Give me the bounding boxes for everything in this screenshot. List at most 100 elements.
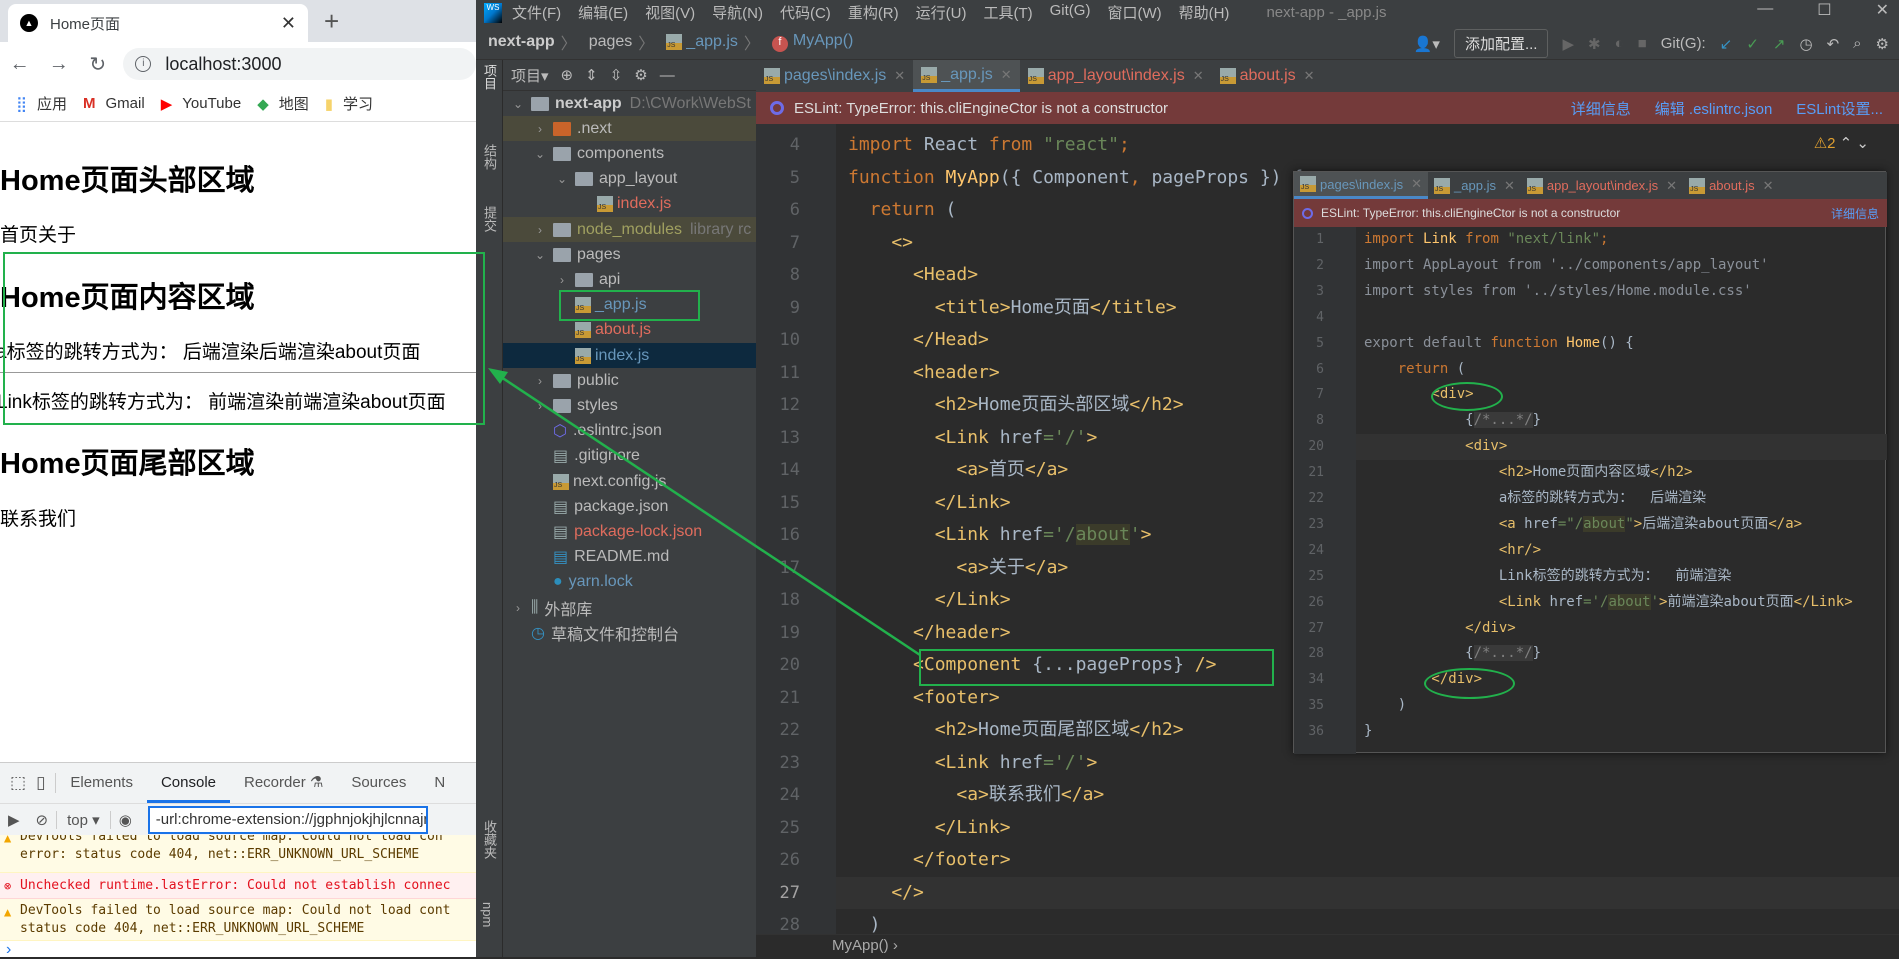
menu-item[interactable]: 重构(R) (848, 2, 899, 23)
user-icon[interactable]: 👤▾ (1414, 35, 1440, 53)
code-line[interactable]: </Link> (848, 584, 1011, 617)
tree-item-app-layout[interactable]: ⌄ app_layout (503, 167, 756, 192)
close-tab-icon[interactable]: ✕ (1763, 178, 1774, 194)
code-line[interactable]: </footer> (848, 844, 1011, 877)
breadcrumb-pages[interactable]: pages (589, 33, 633, 51)
code-line[interactable]: <a>联系我们</a> (848, 779, 1104, 812)
locate-icon[interactable]: ⊕ (561, 66, 574, 84)
tree-item-package-lock-json[interactable]: ▤ package-lock.json (503, 519, 756, 544)
menu-item[interactable]: Git(G) (1050, 2, 1091, 23)
debug-icon[interactable]: ✱ (1588, 35, 1601, 53)
tree-item--app-js[interactable]: JS _app.js (503, 293, 756, 318)
code-line[interactable]: <> (848, 227, 913, 260)
code-line[interactable]: import React from "react"; (848, 129, 1130, 162)
code-line[interactable]: <header> (848, 357, 1000, 390)
devtools-tab-elements[interactable]: Elements (56, 763, 147, 803)
tree-item-public[interactable]: › public (503, 368, 756, 393)
devtools-tab-network[interactable]: N (420, 763, 459, 803)
editor-tab[interactable]: JS about.js ✕ (1212, 60, 1323, 92)
editor-tab[interactable]: JS _app.js ✕ (913, 60, 1020, 92)
url-input[interactable]: i localhost:3000 (123, 48, 476, 80)
code-line[interactable]: <Link href='/'> (848, 747, 1098, 780)
devtools-tab-recorder[interactable]: Recorder ⚗ (230, 763, 337, 803)
footer-link[interactable]: 联系我们 (0, 504, 76, 531)
live-expression-eye-icon[interactable]: ◉ (109, 810, 140, 829)
devtools-tab-console[interactable]: Console (146, 763, 230, 803)
menu-item[interactable]: 运行(U) (916, 2, 967, 23)
forward-icon[interactable]: → (39, 53, 78, 76)
expand-all-icon[interactable]: ⇕ (585, 66, 598, 84)
details-link[interactable]: 详细信息 (1831, 205, 1879, 222)
code-line[interactable]: <Link href='/about'>前端渲染about页面</Link> (1364, 590, 1853, 616)
info-icon[interactable]: i (135, 56, 152, 72)
code-line[interactable]: <Link href='/about'> (848, 519, 1151, 552)
menu-item[interactable]: 帮助(H) (1179, 2, 1230, 23)
tree-item--eslintrc-json[interactable]: ⬡ .eslintrc.json (503, 419, 756, 444)
code-line[interactable]: Link标签的跳转方式为： 前端渲染 (1364, 564, 1732, 590)
editor-tab[interactable]: JS about.js ✕ (1683, 172, 1779, 199)
details-link[interactable]: 详细信息 (1571, 98, 1631, 119)
tree-item-index-js[interactable]: JS index.js (503, 192, 756, 217)
settings-gear-icon[interactable]: ⚙ (1876, 35, 1889, 53)
hide-panel-icon[interactable]: — (660, 67, 675, 84)
close-tab-icon[interactable]: ✕ (281, 13, 296, 34)
close-tab-icon[interactable]: ✕ (1001, 67, 1012, 83)
search-icon[interactable]: ⌕ (1853, 35, 1861, 52)
code-line[interactable]: <Link href='/'> (848, 422, 1098, 455)
expand-arrow-icon[interactable]: ⌄ (511, 97, 525, 111)
close-tab-icon[interactable]: ✕ (1304, 68, 1315, 84)
code-line[interactable]: return ( (1364, 357, 1465, 383)
code-line[interactable]: <h2>Home页面尾部区域</h2> (848, 714, 1184, 747)
link-tag-line[interactable]: Link标签的跳转方式为： 前端渲染前端渲染about页面 (0, 387, 446, 414)
eslint-settings-link[interactable]: ESLint设置... (1796, 98, 1883, 119)
device-toolbar-icon[interactable]: ▯ (32, 773, 57, 793)
header-links[interactable]: 首页关于 (0, 220, 76, 247)
tool-window-npm[interactable]: npm (480, 902, 495, 927)
code-line[interactable]: </Head> (848, 324, 989, 357)
menu-item[interactable]: 窗口(W) (1107, 2, 1161, 23)
code-line[interactable]: <h2>Home页面内容区域</h2> (1364, 460, 1693, 486)
code-line[interactable]: <h2>Home页面头部区域</h2> (848, 389, 1184, 422)
expand-arrow-icon[interactable]: › (511, 601, 525, 615)
expand-arrow-icon[interactable]: ⌄ (555, 172, 569, 186)
close-tab-icon[interactable]: ✕ (1193, 68, 1204, 84)
tree-item-components[interactable]: ⌄ components (503, 141, 756, 166)
expand-arrow-icon[interactable]: › (533, 223, 547, 237)
code-line[interactable]: </header> (848, 617, 1011, 650)
inspection-warning-count[interactable]: ⚠2 ⌃ ⌄ (1814, 134, 1869, 152)
tree-item-node-modules[interactable]: › node_modules library rc (503, 217, 756, 242)
expand-arrow-icon[interactable]: › (533, 399, 547, 413)
expand-arrow-icon[interactable]: › (533, 374, 547, 388)
reload-icon[interactable]: ↻ (78, 52, 117, 77)
breadcrumb-project[interactable]: next-app (488, 33, 555, 51)
add-configuration-button[interactable]: 添加配置... (1453, 29, 1549, 58)
tree-item-index-js[interactable]: JS index.js (503, 343, 756, 368)
a-tag-line[interactable]: a标签的跳转方式为： 后端渲染后端渲染about页面 (0, 337, 420, 364)
editor-tab[interactable]: JS _app.js ✕ (1428, 172, 1521, 199)
tree-item--next[interactable]: › .next (503, 116, 756, 142)
code-line[interactable]: <a>关于</a> (848, 552, 1068, 585)
code-line[interactable]: <Head> (848, 259, 978, 292)
code-line[interactable]: a标签的跳转方式为： 后端渲染 (1364, 486, 1706, 512)
panel-settings-icon[interactable]: ⚙ (634, 66, 647, 84)
console-prompt[interactable]: › (6, 941, 11, 959)
close-tab-icon[interactable]: ✕ (1666, 178, 1677, 194)
expand-arrow-icon[interactable]: › (533, 122, 547, 136)
edit-eslintrc-link[interactable]: 编辑 .eslintrc.json (1655, 98, 1773, 119)
code-line[interactable]: <hr/> (1364, 538, 1541, 564)
close-tab-icon[interactable]: ✕ (1504, 178, 1515, 194)
git-push-icon[interactable]: ↗ (1773, 35, 1786, 53)
bookmark-folder-study[interactable]: ▮ 学习 (325, 93, 373, 114)
close-window-icon[interactable]: ✕ (1876, 0, 1889, 20)
code-line[interactable]: <div> (1364, 382, 1473, 408)
browser-tab[interactable]: ▲ Home页面 ✕ (8, 4, 308, 42)
code-line[interactable]: </div> (1364, 616, 1516, 642)
close-tab-icon[interactable]: ✕ (894, 68, 905, 84)
editor-tab[interactable]: JS pages\index.js ✕ (1294, 172, 1429, 199)
tool-window-project[interactable]: 项目 (480, 64, 499, 90)
breadcrumb-function[interactable]: f MyApp() (771, 32, 853, 52)
expand-arrow-icon[interactable]: › (555, 273, 569, 287)
tool-window-favorites[interactable]: 收藏夹 (480, 820, 499, 859)
expand-arrow-icon[interactable]: ⌄ (533, 248, 547, 262)
code-line[interactable]: import Link from "next/link"; (1364, 227, 1608, 253)
